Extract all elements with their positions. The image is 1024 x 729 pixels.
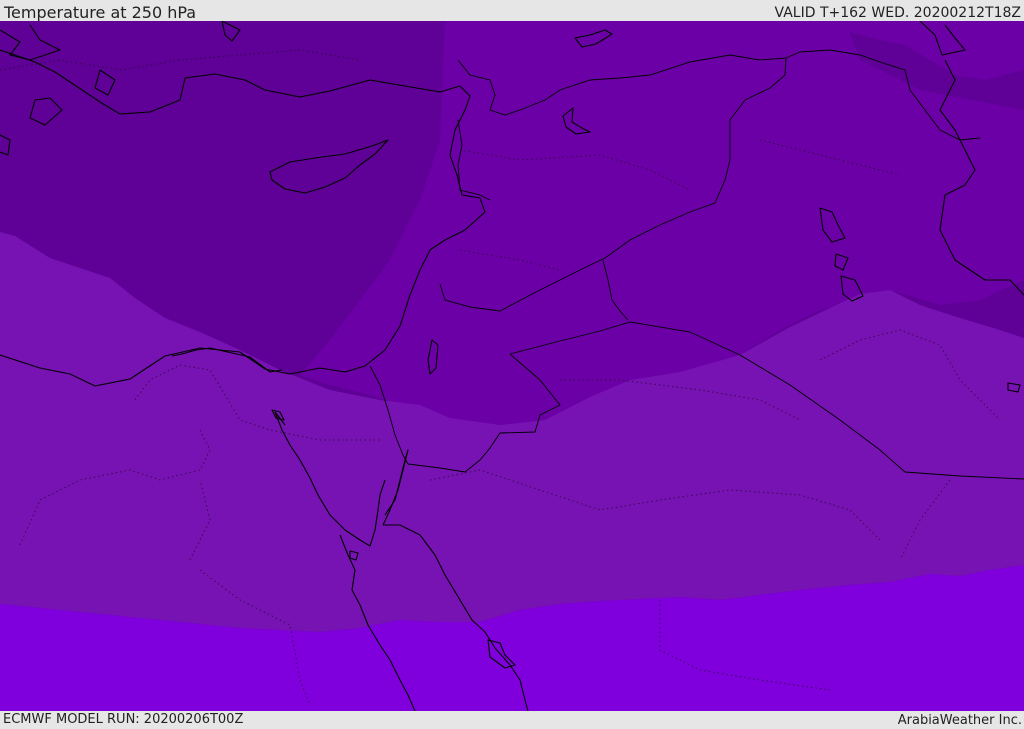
valid-time: VALID T+162 WED. 20200212T18Z xyxy=(774,5,1021,21)
map-title: Temperature at 250 hPa xyxy=(4,3,197,22)
header-bar: Temperature at 250 hPa VALID T+162 WED. … xyxy=(0,0,1024,22)
credit-text: ArabiaWeather Inc. xyxy=(897,713,1022,728)
footer-bar: ECMWF MODEL RUN: 20200206T00Z ArabiaWeat… xyxy=(0,711,1024,729)
model-run: ECMWF MODEL RUN: 20200206T00Z xyxy=(3,712,244,727)
weather-map[interactable] xyxy=(0,21,1024,711)
